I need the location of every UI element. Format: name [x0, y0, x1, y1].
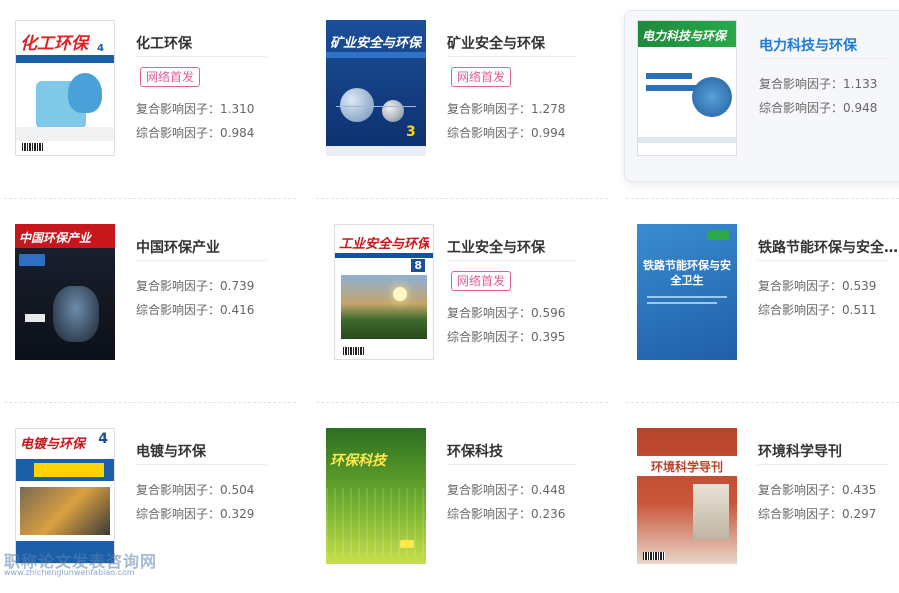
journal-cover[interactable]: 工业安全与环保 8 [334, 224, 434, 360]
composite-impact-factor: 复合影响因子：0.448 [447, 483, 566, 497]
journal-title[interactable]: 铁路节能环保与安全卫生 [758, 237, 898, 257]
comprehensive-impact-factor: 综合影响因子：0.395 [447, 330, 566, 344]
journal-cover[interactable]: 环保科技 [326, 428, 426, 564]
journal-title[interactable]: 工业安全与环保 [447, 237, 587, 257]
journal-card[interactable]: 中国环保产业 中国环保产业 复合影响因子：0.739 综合影响因子：0.416 [0, 204, 290, 389]
online-first-badge: 网络首发 [451, 67, 512, 87]
journal-card[interactable]: 铁路节能环保与安全卫生 铁路节能环保与安全卫生 复合影响因子：0.539 综合影… [624, 204, 899, 389]
journal-cover[interactable]: 矿业安全与环保 3 [326, 20, 426, 156]
comprehensive-impact-factor: 综合影响因子：0.994 [447, 126, 566, 140]
journal-title[interactable]: 环境科学导刊 [758, 441, 898, 461]
journal-cover[interactable]: 环境科学导刊 [637, 428, 737, 564]
journal-title[interactable]: 化工环保 [136, 33, 276, 53]
journal-grid: 化工环保 4 化工环保 网络首发 复合影响因子：1.310 综合影响因子：0.9… [0, 0, 899, 584]
online-first-badge: 网络首发 [140, 67, 201, 87]
comprehensive-impact-factor: 综合影响因子：0.948 [759, 101, 878, 115]
journal-card[interactable]: 矿业安全与环保 3 矿业安全与环保 网络首发 复合影响因子：1.278 综合影响… [312, 0, 602, 185]
composite-impact-factor: 复合影响因子：0.435 [758, 483, 877, 497]
journal-card[interactable]: 化工环保 4 化工环保 网络首发 复合影响因子：1.310 综合影响因子：0.9… [0, 0, 290, 185]
journal-card[interactable]: 环境科学导刊 环境科学导刊 复合影响因子：0.435 综合影响因子：0.297 [624, 408, 899, 593]
composite-impact-factor: 复合影响因子：1.278 [447, 102, 566, 116]
journal-title[interactable]: 环保科技 [447, 441, 587, 461]
comprehensive-impact-factor: 综合影响因子：0.236 [447, 507, 566, 521]
journal-cover[interactable]: 中国环保产业 [15, 224, 115, 360]
comprehensive-impact-factor: 综合影响因子：0.511 [758, 303, 877, 317]
journal-title[interactable]: 电力科技与环保 [759, 35, 899, 55]
journal-card-highlighted[interactable]: 电力科技与环保 电力科技与环保 复合影响因子：1.133 综合影响因子：0.94… [624, 10, 899, 182]
journal-title[interactable]: 矿业安全与环保 [447, 33, 587, 53]
comprehensive-impact-factor: 综合影响因子：0.984 [136, 126, 255, 140]
comprehensive-impact-factor: 综合影响因子：0.297 [758, 507, 877, 521]
journal-cover[interactable]: 电镀与环保 4 [15, 428, 115, 564]
journal-cover[interactable]: 电力科技与环保 [637, 20, 737, 156]
journal-card[interactable]: 工业安全与环保 8 工业安全与环保 网络首发 复合影响因子：0.596 综合影响… [312, 204, 602, 389]
online-first-badge: 网络首发 [451, 271, 512, 291]
site-watermark-url: www.zhichenglunwenfabiao.com [4, 568, 135, 577]
composite-impact-factor: 复合影响因子：0.739 [136, 279, 255, 293]
journal-title[interactable]: 电镀与环保 [136, 441, 276, 461]
journal-cover[interactable]: 化工环保 4 [15, 20, 115, 156]
composite-impact-factor: 复合影响因子：0.539 [758, 279, 877, 293]
journal-cover[interactable]: 铁路节能环保与安全卫生 [637, 224, 737, 360]
composite-impact-factor: 复合影响因子：0.504 [136, 483, 255, 497]
comprehensive-impact-factor: 综合影响因子：0.329 [136, 507, 255, 521]
composite-impact-factor: 复合影响因子：1.310 [136, 102, 255, 116]
composite-impact-factor: 复合影响因子：0.596 [447, 306, 566, 320]
journal-card[interactable]: 环保科技 环保科技 复合影响因子：0.448 综合影响因子：0.236 [312, 408, 602, 593]
composite-impact-factor: 复合影响因子：1.133 [759, 77, 878, 91]
journal-title[interactable]: 中国环保产业 [136, 237, 276, 257]
comprehensive-impact-factor: 综合影响因子：0.416 [136, 303, 255, 317]
